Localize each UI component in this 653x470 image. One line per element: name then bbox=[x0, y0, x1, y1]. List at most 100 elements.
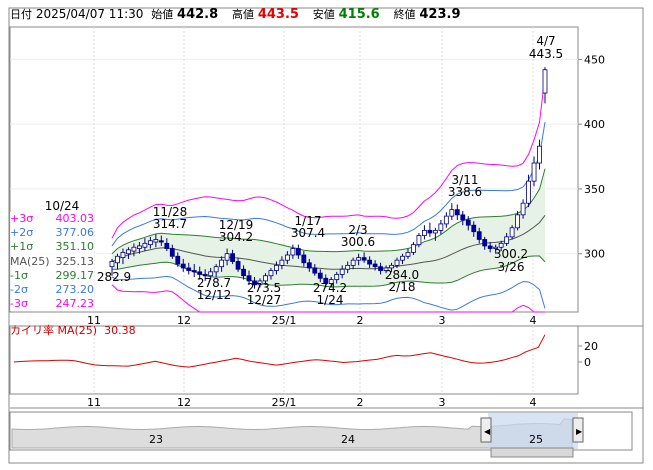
price-annotation: 282.9 bbox=[97, 270, 131, 284]
chart-frame: 3003504004501111121225/125/122334410/24 1… bbox=[8, 7, 644, 464]
candle-body bbox=[394, 259, 400, 266]
price-annotation: 1/24 bbox=[317, 293, 344, 307]
open-label: 始値 bbox=[151, 8, 174, 21]
month-label: 3 bbox=[439, 396, 446, 409]
price-header: 日付 2025/04/07 11:30 始値 442.8 高値 443.5 安値… bbox=[10, 4, 471, 24]
candle-body bbox=[471, 224, 477, 233]
candle-body bbox=[126, 249, 131, 255]
price-annotation: 12/27 bbox=[247, 293, 282, 307]
price-annotation: 10/24 bbox=[45, 199, 80, 213]
price-annotation: 300.6 bbox=[341, 235, 375, 249]
candle-body bbox=[224, 253, 230, 261]
month-label: 2 bbox=[357, 314, 364, 327]
candle-body bbox=[487, 245, 493, 249]
candle-body bbox=[191, 270, 197, 273]
candle-body bbox=[284, 254, 290, 261]
indicator-label: カイリ率 MA(25) 30.38 bbox=[10, 324, 136, 337]
legend-row: MA(25) 325.13 bbox=[10, 254, 94, 268]
candle-body bbox=[520, 202, 526, 216]
navigator-year-label: 24 bbox=[341, 433, 355, 446]
legend-row: +1σ 351.10 bbox=[10, 240, 94, 254]
candle-body bbox=[515, 214, 520, 229]
candle-body bbox=[405, 252, 411, 257]
price-annotation: 338.6 bbox=[448, 185, 482, 199]
candle-body bbox=[175, 255, 181, 265]
candle-body bbox=[334, 274, 340, 281]
legend-row: -1σ 299.17 bbox=[10, 268, 94, 282]
month-label: 11 bbox=[87, 396, 101, 409]
candle-body bbox=[400, 255, 405, 261]
candle-body bbox=[306, 262, 312, 269]
candle-body bbox=[509, 227, 515, 238]
high-value: 443.5 bbox=[257, 7, 299, 22]
indicator-y-tick-label: 20 bbox=[584, 340, 598, 353]
candle-body bbox=[219, 259, 225, 268]
indicator-y-tick-label: 0 bbox=[584, 356, 591, 369]
navigator-left-arrow-icon: ◀ bbox=[484, 427, 491, 436]
candle-body bbox=[482, 239, 488, 247]
candle-body bbox=[317, 272, 323, 279]
navigator-scrollbar[interactable] bbox=[490, 447, 574, 458]
navigator-year-label: 25 bbox=[529, 433, 543, 446]
candle-body bbox=[241, 268, 246, 277]
candle-body bbox=[290, 248, 296, 256]
candle-body bbox=[235, 261, 241, 270]
low-label: 安値 bbox=[312, 8, 335, 21]
candle-body bbox=[164, 242, 170, 249]
candle-body bbox=[131, 246, 137, 252]
candle-body bbox=[109, 261, 115, 268]
candle-body bbox=[350, 259, 356, 266]
candle-body bbox=[339, 268, 345, 275]
candle-body bbox=[465, 219, 471, 226]
candle-body bbox=[416, 235, 422, 246]
price-annotation: 300.2 bbox=[494, 247, 528, 261]
price-annotation: 2/18 bbox=[389, 280, 416, 294]
y-tick-label: 350 bbox=[584, 183, 605, 196]
low-value: 415.6 bbox=[338, 7, 380, 22]
price-annotation: 12/12 bbox=[197, 288, 232, 302]
legend-row: +2σ 377.06 bbox=[10, 226, 94, 240]
candle-body bbox=[115, 255, 120, 264]
month-label: 2 bbox=[357, 396, 364, 409]
price-annotation: 304.2 bbox=[219, 230, 253, 244]
bollinger-legend: +3σ 403.03 +2σ 377.06 +1σ 351.10 MA(25) 325.… bbox=[10, 212, 94, 312]
candle-body bbox=[378, 266, 383, 271]
candle-body bbox=[120, 252, 126, 258]
candle-body bbox=[301, 254, 307, 264]
y-tick-label: 450 bbox=[584, 53, 605, 66]
candle-body bbox=[367, 259, 373, 265]
candle-body bbox=[372, 263, 378, 268]
candle-body bbox=[531, 162, 537, 182]
candle-body bbox=[443, 215, 449, 225]
price-annotation: 307.4 bbox=[291, 226, 325, 240]
candle-body bbox=[268, 270, 274, 277]
candle-body bbox=[197, 271, 203, 275]
candle-body bbox=[504, 236, 510, 244]
month-label: 4 bbox=[530, 314, 537, 327]
candle-body bbox=[537, 145, 542, 164]
candle-body bbox=[312, 267, 318, 274]
candle-body bbox=[411, 244, 416, 253]
candle-body bbox=[432, 229, 438, 234]
date-value: 2025/04/07 11:30 bbox=[35, 7, 144, 21]
candle-body bbox=[542, 69, 548, 94]
legend-row: -2σ 273.20 bbox=[10, 283, 94, 297]
candle-body bbox=[476, 231, 482, 240]
close-label: 終値 bbox=[393, 8, 416, 21]
candle-body bbox=[147, 240, 153, 246]
candle-body bbox=[438, 223, 444, 231]
candle-body bbox=[274, 264, 279, 271]
close-value: 423.9 bbox=[419, 7, 461, 22]
legend-row: +3σ 403.03 bbox=[10, 212, 94, 225]
candle-body bbox=[153, 239, 159, 243]
open-value: 442.8 bbox=[177, 7, 219, 22]
month-label: 12 bbox=[177, 314, 191, 327]
navigator-right-arrow-icon: ▶ bbox=[576, 427, 583, 436]
month-label: 3 bbox=[439, 314, 446, 327]
high-label: 高値 bbox=[232, 8, 254, 21]
candle-body bbox=[279, 259, 285, 266]
date-label: 日付 bbox=[10, 8, 32, 21]
candle-body bbox=[460, 214, 466, 221]
candle-body bbox=[142, 242, 148, 248]
price-annotation: 443.5 bbox=[529, 47, 563, 61]
